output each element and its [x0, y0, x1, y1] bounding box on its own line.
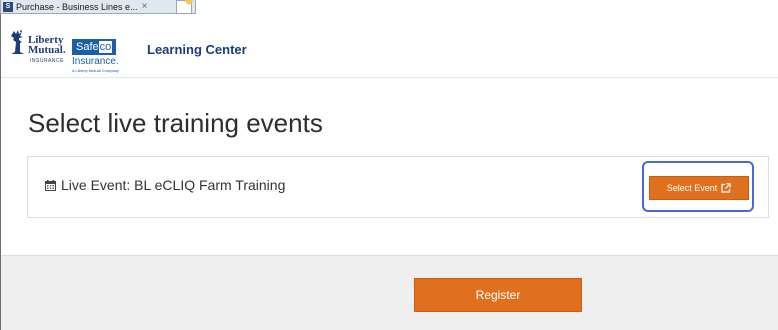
liberty-mutual-wordmark: Liberty Mutual. [28, 35, 66, 56]
safeco-safe: Safe [76, 41, 99, 53]
page-title: Select live training events [28, 108, 323, 138]
tab-close-icon[interactable]: × [142, 1, 148, 12]
liberty-mutual-line2: Mutual. [28, 44, 66, 56]
footer-actions-bar [1, 255, 778, 330]
calendar-icon [45, 180, 56, 191]
browser-tab[interactable]: S Purchase - Business Lines e... × [0, 0, 196, 14]
register-button[interactable]: Register [414, 278, 582, 312]
site-favicon-icon: S [3, 1, 13, 12]
safeco-tagline: A Liberty Mutual Company [72, 68, 119, 73]
safeco-insurance: Insurance. [72, 56, 119, 67]
new-tab-button[interactable] [176, 0, 194, 14]
safeco-logo[interactable]: Safeco Insurance. A Liberty Mutual Compa… [72, 35, 127, 73]
liberty-mutual-subtext: INSURANCE [30, 58, 64, 64]
site-title: Learning Center [147, 42, 247, 57]
select-event-button[interactable]: Select Event [649, 176, 749, 200]
new-tab-icon [184, 0, 194, 6]
event-label: Live Event: BL eCLIQ Farm Training [61, 177, 286, 193]
site-header: Liberty Mutual. INSURANCE Safeco Insuran… [1, 14, 778, 78]
safeco-wordmark: Safeco [72, 39, 117, 55]
external-link-icon [721, 183, 732, 193]
select-event-label: Select Event [666, 183, 718, 193]
safeco-co: co [98, 41, 113, 53]
tab-title: Purchase - Business Lines e... [16, 1, 138, 12]
statue-of-liberty-icon [11, 30, 24, 54]
liberty-mutual-logo[interactable]: Liberty Mutual. INSURANCE [8, 30, 70, 72]
browser-tab-strip: S Purchase - Business Lines e... × [0, 0, 778, 14]
